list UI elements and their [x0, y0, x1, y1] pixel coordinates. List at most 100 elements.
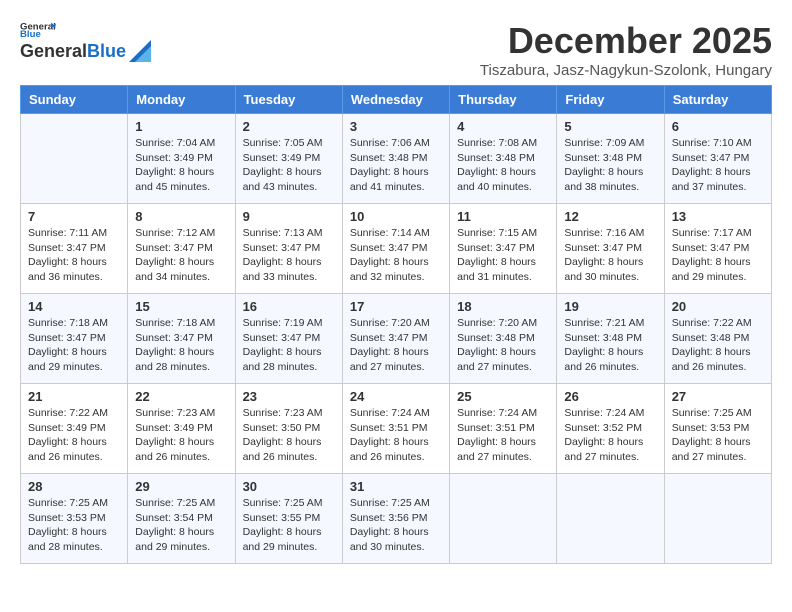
- day-number: 11: [457, 209, 549, 224]
- col-header-friday: Friday: [557, 86, 664, 114]
- calendar-cell: 27 Sunrise: 7:25 AMSunset: 3:53 PMDayligh…: [664, 384, 771, 474]
- day-number: 28: [28, 479, 120, 494]
- day-number: 19: [564, 299, 656, 314]
- day-detail: Sunrise: 7:10 AMSunset: 3:47 PMDaylight:…: [672, 136, 764, 195]
- calendar-cell: 3 Sunrise: 7:06 AMSunset: 3:48 PMDaylight…: [342, 114, 449, 204]
- day-detail: Sunrise: 7:20 AMSunset: 3:48 PMDaylight:…: [457, 316, 549, 375]
- calendar-cell: 25 Sunrise: 7:24 AMSunset: 3:51 PMDayligh…: [450, 384, 557, 474]
- calendar-cell: 19Sunrise: 7:21 AMSunset: 3:48 PMDayligh…: [557, 294, 664, 384]
- col-header-wednesday: Wednesday: [342, 86, 449, 114]
- calendar-cell: 16Sunrise: 7:19 AMSunset: 3:47 PMDayligh…: [235, 294, 342, 384]
- day-number: 22: [135, 389, 227, 404]
- day-number: 12: [564, 209, 656, 224]
- logo-icon: General Blue: [20, 20, 56, 38]
- day-detail: Sunrise: 7:19 AMSunset: 3:47 PMDaylight:…: [243, 316, 335, 375]
- col-header-sunday: Sunday: [21, 86, 128, 114]
- day-number: 21: [28, 389, 120, 404]
- day-detail: Sunrise: 7:13 AMSunset: 3:47 PMDaylight:…: [243, 226, 335, 285]
- calendar-cell: 8 Sunrise: 7:12 AMSunset: 3:47 PMDaylight…: [128, 204, 235, 294]
- calendar-cell: 10 Sunrise: 7:14 AMSunset: 3:47 PMDayligh…: [342, 204, 449, 294]
- calendar-cell: 21 Sunrise: 7:22 AMSunset: 3:49 PMDayligh…: [21, 384, 128, 474]
- day-number: 24: [350, 389, 442, 404]
- calendar-cell: 13Sunrise: 7:17 AMSunset: 3:47 PMDayligh…: [664, 204, 771, 294]
- calendar-week-row: 28 Sunrise: 7:25 AMSunset: 3:53 PMDayligh…: [21, 474, 772, 564]
- day-detail: Sunrise: 7:23 AMSunset: 3:50 PMDaylight:…: [243, 406, 335, 465]
- day-detail: Sunrise: 7:09 AMSunset: 3:48 PMDaylight:…: [564, 136, 656, 195]
- day-detail: Sunrise: 7:25 AMSunset: 3:53 PMDaylight:…: [28, 496, 120, 555]
- day-detail: Sunrise: 7:06 AMSunset: 3:48 PMDaylight:…: [350, 136, 442, 195]
- day-detail: Sunrise: 7:24 AMSunset: 3:51 PMDaylight:…: [457, 406, 549, 465]
- calendar-cell: [557, 474, 664, 564]
- day-detail: Sunrise: 7:24 AMSunset: 3:51 PMDaylight:…: [350, 406, 442, 465]
- calendar-cell: 1 Sunrise: 7:04 AMSunset: 3:49 PMDaylight…: [128, 114, 235, 204]
- logo-triangle-icon: [129, 40, 151, 62]
- day-detail: Sunrise: 7:14 AMSunset: 3:47 PMDaylight:…: [350, 226, 442, 285]
- calendar-week-row: 7Sunrise: 7:11 AMSunset: 3:47 PMDaylight…: [21, 204, 772, 294]
- calendar-cell: 2 Sunrise: 7:05 AMSunset: 3:49 PMDaylight…: [235, 114, 342, 204]
- day-number: 8: [135, 209, 227, 224]
- day-number: 6: [672, 119, 764, 134]
- day-detail: Sunrise: 7:16 AMSunset: 3:47 PMDaylight:…: [564, 226, 656, 285]
- calendar-cell: 11 Sunrise: 7:15 AMSunset: 3:47 PMDayligh…: [450, 204, 557, 294]
- day-number: 15: [135, 299, 227, 314]
- day-number: 25: [457, 389, 549, 404]
- day-detail: Sunrise: 7:25 AMSunset: 3:53 PMDaylight:…: [672, 406, 764, 465]
- day-detail: Sunrise: 7:22 AMSunset: 3:49 PMDaylight:…: [28, 406, 120, 465]
- day-detail: Sunrise: 7:08 AMSunset: 3:48 PMDaylight:…: [457, 136, 549, 195]
- calendar-cell: 5 Sunrise: 7:09 AMSunset: 3:48 PMDaylight…: [557, 114, 664, 204]
- day-detail: Sunrise: 7:04 AMSunset: 3:49 PMDaylight:…: [135, 136, 227, 195]
- calendar-cell: 28 Sunrise: 7:25 AMSunset: 3:53 PMDayligh…: [21, 474, 128, 564]
- day-detail: Sunrise: 7:05 AMSunset: 3:49 PMDaylight:…: [243, 136, 335, 195]
- calendar-cell: 7Sunrise: 7:11 AMSunset: 3:47 PMDaylight…: [21, 204, 128, 294]
- col-header-thursday: Thursday: [450, 86, 557, 114]
- day-number: 5: [564, 119, 656, 134]
- day-number: 31: [350, 479, 442, 494]
- day-number: 3: [350, 119, 442, 134]
- col-header-tuesday: Tuesday: [235, 86, 342, 114]
- svg-text:Blue: Blue: [20, 29, 41, 38]
- calendar-cell: 18 Sunrise: 7:20 AMSunset: 3:48 PMDayligh…: [450, 294, 557, 384]
- day-detail: Sunrise: 7:12 AMSunset: 3:47 PMDaylight:…: [135, 226, 227, 285]
- day-number: 23: [243, 389, 335, 404]
- day-number: 14: [28, 299, 120, 314]
- calendar-cell: [450, 474, 557, 564]
- logo-blue: Blue: [87, 41, 126, 62]
- calendar-cell: 22 Sunrise: 7:23 AMSunset: 3:49 PMDayligh…: [128, 384, 235, 474]
- day-number: 27: [672, 389, 764, 404]
- title-area: December 2025 Tiszabura, Jasz-Nagykun-Sz…: [480, 20, 772, 79]
- day-detail: Sunrise: 7:23 AMSunset: 3:49 PMDaylight:…: [135, 406, 227, 465]
- calendar-cell: 29Sunrise: 7:25 AMSunset: 3:54 PMDayligh…: [128, 474, 235, 564]
- day-number: 20: [672, 299, 764, 314]
- day-number: 10: [350, 209, 442, 224]
- month-title: December 2025: [480, 20, 772, 62]
- day-number: 1: [135, 119, 227, 134]
- calendar-cell: 12 Sunrise: 7:16 AMSunset: 3:47 PMDayligh…: [557, 204, 664, 294]
- calendar-cell: [664, 474, 771, 564]
- day-detail: Sunrise: 7:11 AMSunset: 3:47 PMDaylight:…: [28, 226, 120, 285]
- day-number: 18: [457, 299, 549, 314]
- day-number: 13: [672, 209, 764, 224]
- col-header-saturday: Saturday: [664, 86, 771, 114]
- day-detail: Sunrise: 7:24 AMSunset: 3:52 PMDaylight:…: [564, 406, 656, 465]
- logo-general: General: [20, 41, 87, 62]
- calendar-cell: 23 Sunrise: 7:23 AMSunset: 3:50 PMDayligh…: [235, 384, 342, 474]
- calendar-table: SundayMondayTuesdayWednesdayThursdayFrid…: [20, 85, 772, 564]
- day-detail: Sunrise: 7:15 AMSunset: 3:47 PMDaylight:…: [457, 226, 549, 285]
- day-detail: Sunrise: 7:25 AMSunset: 3:54 PMDaylight:…: [135, 496, 227, 555]
- day-number: 2: [243, 119, 335, 134]
- calendar-cell: 4 Sunrise: 7:08 AMSunset: 3:48 PMDaylight…: [450, 114, 557, 204]
- calendar-cell: 14 Sunrise: 7:18 AMSunset: 3:47 PMDayligh…: [21, 294, 128, 384]
- calendar-week-row: 14 Sunrise: 7:18 AMSunset: 3:47 PMDayligh…: [21, 294, 772, 384]
- day-detail: Sunrise: 7:25 AMSunset: 3:56 PMDaylight:…: [350, 496, 442, 555]
- day-detail: Sunrise: 7:18 AMSunset: 3:47 PMDaylight:…: [135, 316, 227, 375]
- calendar-cell: 31 Sunrise: 7:25 AMSunset: 3:56 PMDayligh…: [342, 474, 449, 564]
- calendar-cell: 9Sunrise: 7:13 AMSunset: 3:47 PMDaylight…: [235, 204, 342, 294]
- calendar-cell: 20Sunrise: 7:22 AMSunset: 3:48 PMDayligh…: [664, 294, 771, 384]
- day-detail: Sunrise: 7:20 AMSunset: 3:47 PMDaylight:…: [350, 316, 442, 375]
- calendar-cell: 30Sunrise: 7:25 AMSunset: 3:55 PMDayligh…: [235, 474, 342, 564]
- logo: General Blue General Blue: [20, 20, 151, 62]
- day-number: 4: [457, 119, 549, 134]
- page-header: General Blue General Blue December 2025 …: [20, 20, 772, 79]
- day-detail: Sunrise: 7:25 AMSunset: 3:55 PMDaylight:…: [243, 496, 335, 555]
- day-detail: Sunrise: 7:18 AMSunset: 3:47 PMDaylight:…: [28, 316, 120, 375]
